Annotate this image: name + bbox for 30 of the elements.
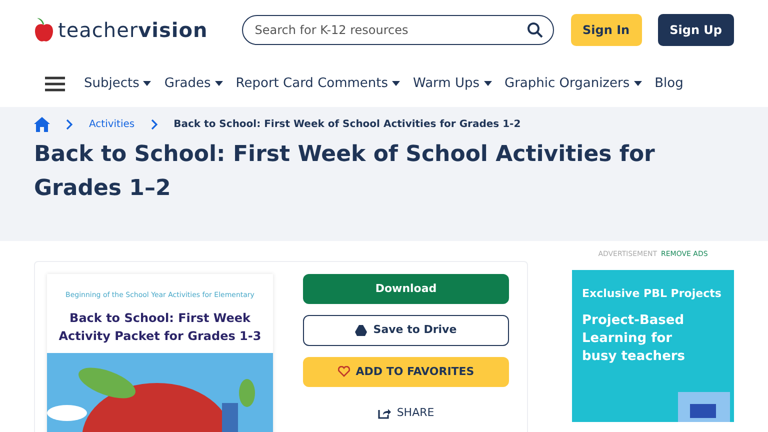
ad-heading: Exclusive PBL Projects <box>582 286 722 302</box>
search-field[interactable]: Search for K-12 resources <box>252 20 527 40</box>
share-icon <box>378 406 391 419</box>
drive-button[interactable]: Save to Drive <box>303 315 509 346</box>
chevron-icon <box>66 119 73 130</box>
preview-title: Back to School: First Week Activity Packet for Grades 1-3 <box>58 310 262 344</box>
breadcrumb-current: Back to School: First Week of School Activities for Grades 1-2 <box>174 118 521 132</box>
nav-link[interactable]: Subjects <box>84 74 152 94</box>
nav-link[interactable]: Blog <box>654 74 684 94</box>
chevron-icon <box>150 119 158 130</box>
page-title: Back to School: First Week of School Activities for Grades 1–2 <box>34 141 656 203</box>
nav-link[interactable]: Graphic Organizers <box>504 74 642 94</box>
share-button[interactable]: SHARE <box>303 398 509 428</box>
nav-link[interactable]: Warm Ups <box>413 74 492 94</box>
home-icon[interactable] <box>34 117 50 132</box>
heart-icon <box>338 366 350 378</box>
logo-text[interactable]: teachervision <box>58 15 208 45</box>
ad-text: Project-Based Learning for busy teachers <box>582 312 686 366</box>
search-bar[interactable]: Search for K-12 resources <box>242 15 554 45</box>
search-icon[interactable] <box>526 22 543 38</box>
menu-icon[interactable] <box>45 76 65 92</box>
favorite-button[interactable]: ADD TO FAVORITES <box>303 356 509 387</box>
sign-in-button[interactable]: Sign In <box>570 14 642 46</box>
book-cover-drawing <box>678 392 730 422</box>
sign-up-button[interactable]: Sign Up <box>658 14 734 46</box>
breadcrumb-link[interactable]: Activities <box>89 117 135 132</box>
nav-link[interactable]: Report Card Comments <box>236 74 400 94</box>
download-button[interactable]: Download <box>303 274 509 304</box>
apple-icon <box>34 16 54 44</box>
nav-link[interactable]: Grades <box>164 74 223 94</box>
